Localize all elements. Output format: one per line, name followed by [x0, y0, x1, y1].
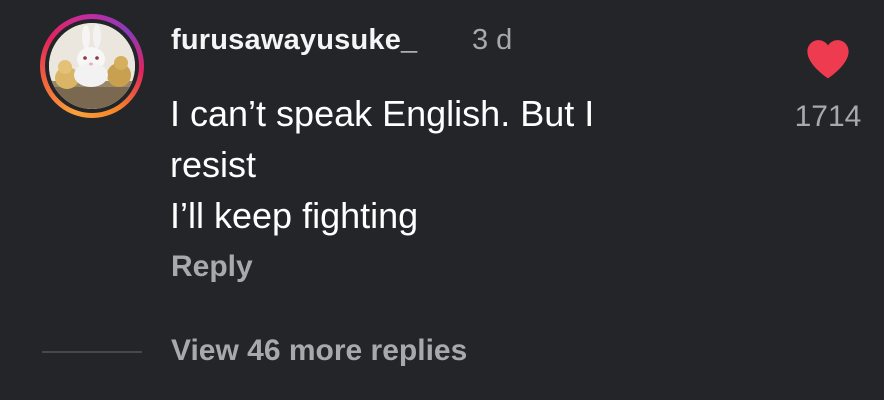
heart-icon[interactable]	[805, 38, 851, 80]
comment-text: I can’t speak English. But I resist I’ll…	[170, 88, 730, 241]
like-count: 1714	[794, 100, 862, 133]
comment-timestamp: 3 d	[472, 24, 513, 56]
comment-text-line: I’ll keep fighting	[170, 195, 419, 236]
like-control: 1714	[786, 38, 870, 134]
comment-text-line: resist	[170, 144, 257, 185]
comment-username[interactable]: furusawayusuke_	[171, 24, 417, 57]
view-more-replies-button[interactable]: View 46 more replies	[171, 334, 467, 368]
avatar-story-ring[interactable]	[40, 14, 144, 118]
avatar-photo	[49, 23, 135, 109]
comment-item: furusawayusuke_ 3 d I can’t speak Englis…	[0, 0, 884, 400]
avatar[interactable]	[49, 23, 135, 109]
reply-button[interactable]: Reply	[171, 250, 253, 284]
replies-divider	[42, 351, 142, 353]
comment-text-line: I can’t speak English. But I	[170, 93, 595, 134]
